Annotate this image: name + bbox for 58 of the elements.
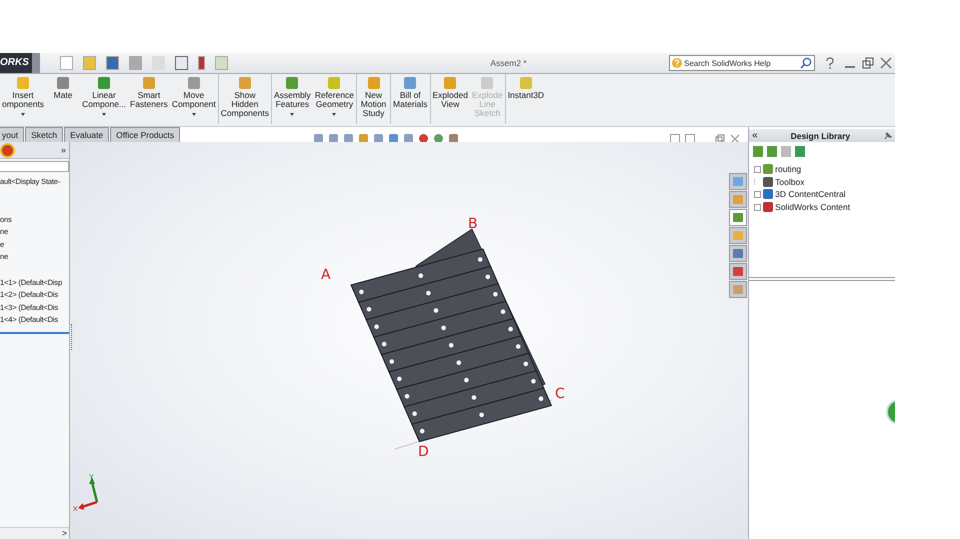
- task-pane-tab[interactable]: [729, 191, 748, 208]
- library-item[interactable]: 3D ContentCentral: [775, 189, 846, 200]
- task-pane-tab[interactable]: [729, 173, 748, 190]
- search-input[interactable]: Search SolidWorks Help: [684, 58, 798, 68]
- expand-toggle[interactable]: [754, 166, 762, 173]
- ribbon-button[interactable]: Linear Compone...: [80, 74, 128, 124]
- task-pane-tab[interactable]: [729, 245, 748, 262]
- point-label: A: [321, 267, 331, 283]
- ribbon-button[interactable]: Bill of Materials: [391, 74, 431, 124]
- collapse-button[interactable]: «: [752, 130, 758, 141]
- pin-icon[interactable]: [883, 130, 892, 140]
- selection-bar: [0, 332, 69, 334]
- search-icon[interactable]: [800, 57, 812, 69]
- caret-icon[interactable]: [332, 113, 336, 116]
- ribbon-button[interactable]: Assembly Features: [272, 74, 313, 124]
- caret-icon[interactable]: [290, 113, 294, 116]
- task-pane-tab[interactable]: [729, 227, 748, 244]
- task-pane-tab[interactable]: [729, 263, 748, 280]
- command-tab[interactable]: Sketch: [25, 127, 64, 142]
- caret-icon[interactable]: [192, 113, 196, 116]
- ribbon-button[interactable]: Move Component: [170, 74, 219, 124]
- library-item[interactable]: routing: [775, 164, 802, 174]
- ribbon-button[interactable]: Exploded View: [430, 74, 470, 124]
- point-label: B: [468, 216, 478, 232]
- panel-title: Design Library: [790, 130, 850, 140]
- ribbon-button[interactable]: Smart Fasteners: [128, 74, 170, 124]
- library-item[interactable]: SolidWorks Content: [775, 202, 850, 212]
- caret-icon[interactable]: [21, 113, 26, 116]
- ribbon-button[interactable]: Mate: [46, 74, 80, 124]
- point-label: D: [418, 444, 429, 460]
- app-logo[interactable]: ORKS: [0, 53, 32, 73]
- help-icon: [672, 58, 682, 68]
- expand-button[interactable]: »: [60, 145, 66, 155]
- library-item[interactable]: Toolbox: [775, 176, 804, 187]
- splitter-handle[interactable]: [71, 324, 75, 350]
- search-box[interactable]: Search SolidWorks Help: [669, 55, 815, 71]
- axis-triad-icon: [78, 477, 98, 510]
- restore-icon[interactable]: [715, 134, 726, 144]
- ribbon-button[interactable]: Show Hidden Components: [218, 74, 272, 124]
- window-title: Assem2 *: [489, 58, 528, 68]
- scroll-right-button[interactable]: >: [62, 528, 67, 538]
- close-icon[interactable]: [880, 57, 892, 69]
- restore-icon[interactable]: [862, 57, 874, 69]
- expand-toggle[interactable]: [754, 190, 762, 198]
- command-tab[interactable]: Evaluate: [64, 127, 110, 142]
- task-pane-tab[interactable]: [729, 209, 748, 226]
- task-pane-tab[interactable]: [729, 281, 748, 298]
- filter-field[interactable]: [0, 161, 69, 172]
- ribbon-button[interactable]: Insert omponents: [0, 74, 46, 124]
- ribbon-button[interactable]: Instant3D: [506, 74, 546, 124]
- ribbon-button[interactable]: Reference Geometry: [312, 74, 358, 124]
- caret-icon[interactable]: [102, 113, 106, 116]
- ribbon-button[interactable]: New Motion Study: [357, 74, 392, 124]
- command-tab[interactable]: Office Products: [110, 127, 180, 142]
- close-icon[interactable]: [730, 134, 740, 144]
- command-tab[interactable]: yout: [0, 127, 24, 142]
- point-label: C: [555, 386, 565, 402]
- expand-toggle[interactable]: [754, 204, 762, 211]
